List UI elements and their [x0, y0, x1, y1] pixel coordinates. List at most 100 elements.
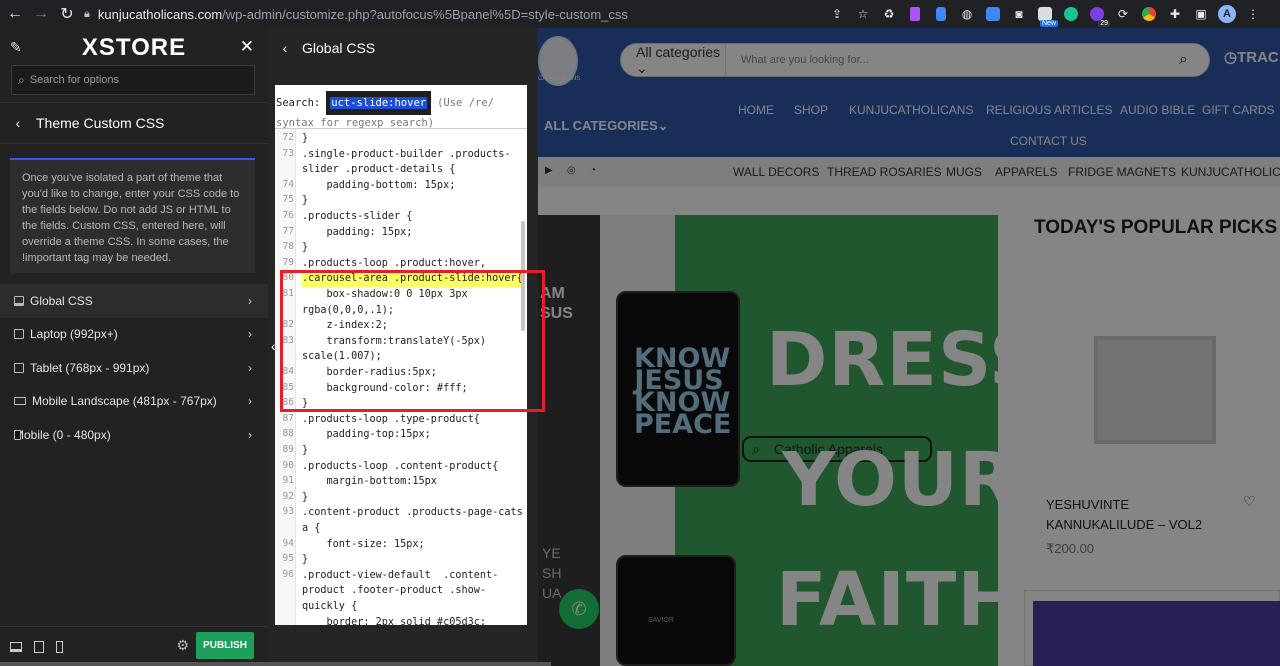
whatsapp-icon[interactable]: ◔: [590, 165, 596, 176]
line-number: 92: [282, 490, 294, 502]
back-arrow-icon[interactable]: ←: [2, 5, 28, 23]
chevron-left-icon[interactable]: ‹: [0, 115, 36, 131]
share-icon[interactable]: ⇪: [824, 0, 850, 28]
line-number: 91: [282, 475, 294, 487]
menu-item-global-css[interactable]: Global CSS ›: [0, 284, 268, 318]
search-icon[interactable]: ⌕: [1179, 51, 1209, 69]
nav-item[interactable]: KUNJUCATHOLICANS: [849, 103, 973, 117]
close-icon[interactable]: ✕: [240, 37, 254, 57]
code-line: margin-bottom:15px: [302, 476, 437, 488]
avatar-letter: A: [1218, 5, 1236, 23]
publish-button[interactable]: PUBLISH: [196, 632, 254, 659]
subnav-item[interactable]: THREAD ROSARIES: [827, 165, 942, 179]
grammarly-icon[interactable]: [1058, 0, 1084, 28]
tablet-preview-icon[interactable]: [34, 640, 44, 653]
subnav-item[interactable]: FRIDGE MAGNETS: [1068, 165, 1176, 179]
gear-icon[interactable]: ⚙: [176, 637, 189, 654]
editor-search-input[interactable]: uct-slide:hover: [326, 91, 432, 115]
line-number: 83: [282, 334, 294, 346]
product-name[interactable]: YESHUVINTE KANNUKALILUDE – VOL2: [1046, 495, 1236, 535]
menu-item-laptop[interactable]: Laptop (992px+) ›: [0, 318, 268, 352]
subnav-item[interactable]: APPARELS: [995, 165, 1057, 179]
reload-icon[interactable]: ↻: [54, 4, 80, 24]
camera-extension-icon[interactable]: ◙: [1006, 0, 1032, 28]
puzzle-icon[interactable]: ✚: [1162, 0, 1188, 28]
line-number: 93: [282, 506, 294, 518]
css-code-editor[interactable]: Search: uct-slide:hover (Use /re/ syntax…: [275, 85, 527, 625]
code-line: padding-bottom: 15px;: [302, 179, 456, 191]
pen-extension-icon[interactable]: [902, 0, 928, 28]
product-card[interactable]: [1024, 590, 1280, 666]
menu-item-mobile[interactable]: Mobile (0 - 480px) ›: [0, 418, 268, 452]
product-placeholder-image[interactable]: [1094, 336, 1216, 444]
menu-item-label: Laptop (992px+): [30, 327, 118, 342]
code-line: }: [302, 195, 309, 207]
desktop-preview-icon[interactable]: [10, 641, 22, 652]
translate-extension-icon[interactable]: [980, 0, 1006, 28]
phone-text: KNOW JESUS KNOW PEACE: [634, 345, 731, 438]
options-search-input[interactable]: ⌕ Search for options: [11, 65, 255, 95]
browser-toolbar: ← → ↻ 🔒︎ kunjucatholicans.com/wp-admin/c…: [0, 0, 1280, 28]
horizontal-scrollbar[interactable]: [0, 662, 551, 666]
whatsapp-chat-button[interactable]: ✆: [559, 589, 599, 629]
chevron-left-icon[interactable]: ‹: [268, 40, 302, 56]
site-search-bar[interactable]: All categories ⌄ What are you looking fo…: [620, 43, 1210, 77]
site-logo-text: CATHOLICANS: [538, 76, 581, 82]
avatar[interactable]: A: [1214, 0, 1240, 28]
line-number: 96: [282, 568, 294, 580]
address-bar[interactable]: 🔒︎ kunjucatholicans.com/wp-admin/customi…: [84, 3, 924, 25]
banner-line: YOUR: [782, 437, 1017, 523]
subnav-item[interactable]: KUNJUCATHOLICA: [1181, 165, 1280, 179]
doc-extension-icon[interactable]: [928, 0, 954, 28]
pin-icon[interactable]: ✎: [10, 39, 22, 56]
nav-item[interactable]: SHOP: [794, 103, 828, 117]
track-label: TRAC: [1237, 49, 1279, 66]
forward-arrow-icon[interactable]: →: [28, 5, 54, 23]
mobile-preview-icon[interactable]: [56, 640, 63, 653]
hero-banner[interactable]: AM SUS YE SH UA KNOW JESUS KNOW PEACE SA…: [538, 215, 1042, 666]
nav-item[interactable]: HOME: [738, 103, 774, 117]
sync-extension-icon[interactable]: ⟳: [1110, 0, 1136, 28]
code-line: .single-product-builder .products-: [302, 148, 511, 160]
search-icon: ⌕: [18, 72, 25, 87]
code-line: }: [302, 445, 309, 456]
sidebar-header: ✎ XSTORE ✕: [0, 28, 268, 68]
product-price: ₹200.00: [1046, 541, 1095, 556]
desktop-icon: [14, 295, 24, 306]
code-line: background-color: #fff;: [302, 382, 468, 394]
url-path: /wp-admin/customize.php?autofocus%5Bpane…: [222, 6, 628, 22]
menu-item-mobile-landscape[interactable]: Mobile Landscape (481px - 767px) ›: [0, 385, 268, 419]
bookmark-star-icon[interactable]: ☆: [850, 0, 876, 28]
popular-title: TODAY'S POPULAR PICKS: [1034, 217, 1278, 238]
code-line: }: [302, 491, 309, 503]
new-extension-icon[interactable]: New: [1032, 0, 1058, 28]
youtube-icon[interactable]: ▶: [545, 165, 553, 176]
line-number: 76: [282, 210, 294, 221]
line-number: 77: [282, 225, 294, 237]
search-hint-2: syntax for regexp search): [276, 117, 435, 129]
nav-item[interactable]: CONTACT US: [1010, 134, 1087, 148]
globe-extension-icon[interactable]: ◍: [954, 0, 980, 28]
chrome-extension-icon[interactable]: [1136, 0, 1162, 28]
heart-icon[interactable]: ♡: [1243, 493, 1256, 510]
nav-item[interactable]: GIFT CARDS: [1202, 103, 1274, 117]
code-line: .products-loop .content-product{: [302, 460, 499, 472]
line-number: 84: [282, 366, 294, 377]
banner-line: DRESS: [766, 317, 1044, 403]
category-select[interactable]: All categories ⌄: [621, 43, 726, 77]
code-line: }: [302, 554, 309, 566]
subnav-item[interactable]: MUGS: [946, 165, 982, 179]
counter-extension-icon[interactable]: 29: [1084, 0, 1110, 28]
menu-item-tablet[interactable]: Tablet (768px - 991px) ›: [0, 351, 268, 385]
menu-dots-icon[interactable]: ⋮: [1240, 0, 1266, 28]
recycle-extension-icon[interactable]: ♻: [876, 0, 902, 28]
shirt-text: UA: [542, 585, 562, 601]
nav-item[interactable]: AUDIO BIBLE: [1120, 103, 1195, 117]
editor-scrollbar[interactable]: [521, 221, 525, 331]
instagram-icon[interactable]: ◎: [567, 165, 576, 176]
sidepanel-icon[interactable]: ▣: [1188, 0, 1214, 28]
track-order-link[interactable]: ◷TRAC: [1224, 48, 1279, 66]
subnav-item[interactable]: WALL DECORS: [733, 165, 819, 179]
nav-item[interactable]: RELIGIOUS ARTICLES: [986, 103, 1113, 117]
all-categories-menu[interactable]: ALL CATEGORIES⌄: [544, 118, 669, 134]
